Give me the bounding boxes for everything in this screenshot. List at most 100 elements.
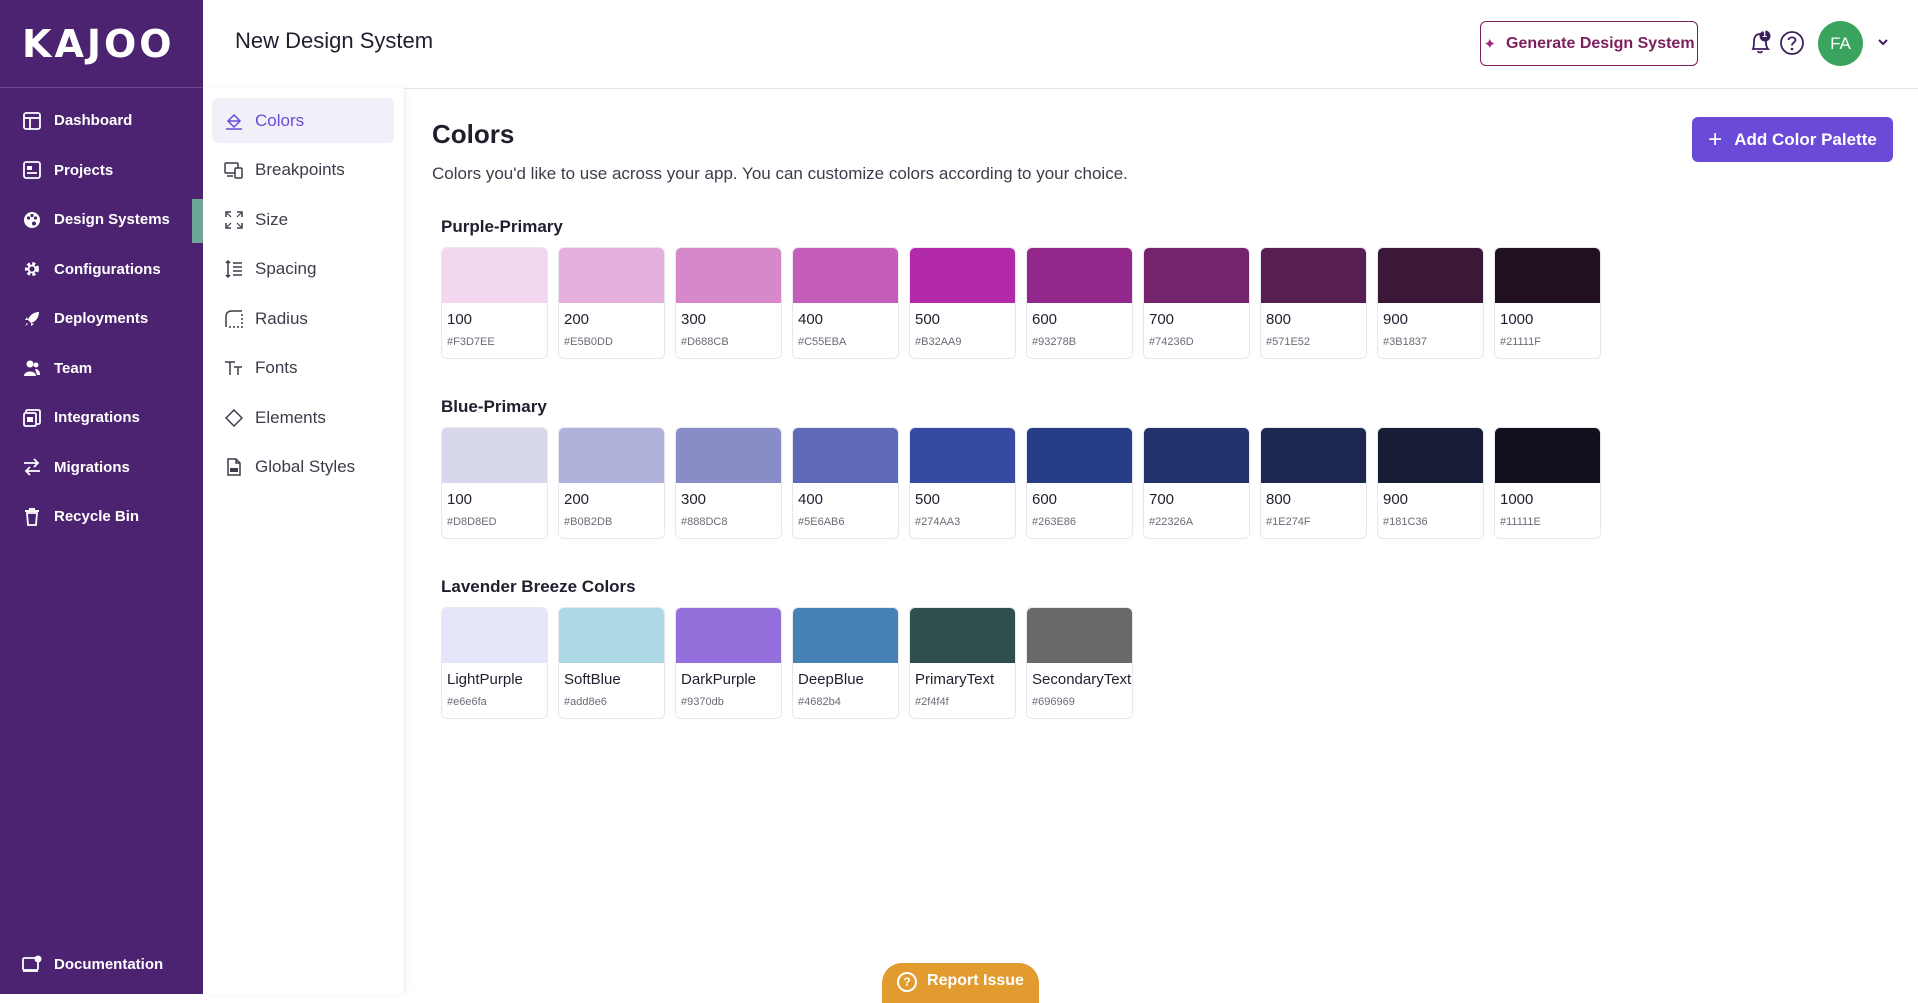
swatch-color-block bbox=[676, 608, 781, 663]
swatch-label: 500 bbox=[915, 491, 941, 508]
swatch-label: PrimaryText bbox=[915, 671, 995, 688]
notification-bell-icon[interactable]: 1 bbox=[1748, 29, 1774, 59]
dashboard-icon bbox=[22, 111, 42, 131]
color-swatch[interactable]: 900 #181C36 bbox=[1377, 427, 1484, 539]
line-spacing-icon bbox=[224, 259, 244, 279]
swatch-hex: #11111E bbox=[1500, 516, 1541, 528]
subnav-label: Breakpoints bbox=[255, 160, 345, 179]
generate-label: Generate Design System bbox=[1506, 34, 1695, 52]
swatch-color-block bbox=[1027, 248, 1132, 303]
sidebar-item-configurations[interactable]: Configurations bbox=[0, 245, 203, 295]
color-swatch[interactable]: 600 #263E86 bbox=[1026, 427, 1133, 539]
color-swatch[interactable]: SoftBlue #add8e6 bbox=[558, 607, 665, 719]
css-file-icon bbox=[224, 457, 244, 477]
subnav-item-radius[interactable]: Radius bbox=[212, 296, 394, 341]
swatch-color-block bbox=[676, 248, 781, 303]
sidebar-item-label: Configurations bbox=[54, 260, 161, 278]
swatch-hex: #add8e6 bbox=[564, 696, 607, 708]
subnav-label: Colors bbox=[255, 110, 305, 130]
plus-icon: + bbox=[1708, 125, 1723, 153]
subnav-item-fonts[interactable]: Fonts bbox=[212, 346, 394, 391]
color-swatch[interactable]: 300 #888DC8 bbox=[675, 427, 782, 539]
color-swatch[interactable]: SecondaryText #696969 bbox=[1026, 607, 1133, 719]
logo[interactable]: KAJOO bbox=[0, 0, 203, 88]
arrows-icon bbox=[22, 457, 42, 477]
color-swatch[interactable]: 900 #3B1837 bbox=[1377, 247, 1484, 359]
sidebar-item-recycle-bin[interactable]: Recycle Bin bbox=[0, 492, 203, 542]
swatch-hex: #1E274F bbox=[1266, 516, 1311, 528]
color-swatch[interactable]: 200 #E5B0DD bbox=[558, 247, 665, 359]
swatch-label: 100 bbox=[447, 311, 473, 328]
sidebar-item-dashboard[interactable]: Dashboard bbox=[0, 96, 203, 146]
color-swatch[interactable]: 400 #5E6AB6 bbox=[792, 427, 899, 539]
color-swatch[interactable]: 700 #22326A bbox=[1143, 427, 1250, 539]
subnav-item-global-styles[interactable]: Global Styles bbox=[212, 445, 394, 490]
swatch-label: 1000 bbox=[1500, 491, 1534, 508]
help-icon[interactable] bbox=[1779, 30, 1805, 56]
color-swatch[interactable]: 100 #D8D8ED bbox=[441, 427, 548, 539]
swatch-label: DeepBlue bbox=[798, 671, 864, 688]
trash-icon bbox=[22, 507, 42, 527]
swatch-label: 900 bbox=[1383, 311, 1409, 328]
generate-design-system-button[interactable]: ✦ Generate Design System bbox=[1480, 21, 1698, 66]
swatch-color-block bbox=[910, 608, 1015, 663]
color-swatch[interactable]: DarkPurple #9370db bbox=[675, 607, 782, 719]
sidebar-item-design-systems[interactable]: Design Systems bbox=[0, 195, 203, 245]
color-swatch[interactable]: 800 #571E52 bbox=[1260, 247, 1367, 359]
subnav-item-size[interactable]: Size bbox=[212, 197, 394, 242]
sidebar: KAJOO Dashboard Projects Design Systems … bbox=[0, 0, 203, 994]
swatch-hex: #263E86 bbox=[1032, 516, 1077, 528]
subnav-item-spacing[interactable]: Spacing bbox=[212, 247, 394, 292]
report-issue-button[interactable]: ? Report Issue bbox=[882, 963, 1039, 1003]
sidebar-item-projects[interactable]: Projects bbox=[0, 146, 203, 196]
swatch-color-block bbox=[910, 248, 1015, 303]
swatch-hex: #888DC8 bbox=[681, 516, 728, 528]
color-swatch[interactable]: 700 #74236D bbox=[1143, 247, 1250, 359]
color-swatch[interactable]: LightPurple #e6e6fa bbox=[441, 607, 548, 719]
swatch-color-block bbox=[1261, 428, 1366, 483]
color-swatch[interactable]: 500 #B32AA9 bbox=[909, 247, 1016, 359]
text-icon bbox=[224, 358, 244, 378]
swatch-hex: #74236D bbox=[1149, 336, 1194, 348]
color-swatch[interactable]: 200 #B0B2DB bbox=[558, 427, 665, 539]
swatch-hex: #181C36 bbox=[1383, 516, 1428, 528]
subnav-item-colors[interactable]: Colors bbox=[212, 98, 394, 143]
color-swatch[interactable]: PrimaryText #2f4f4f bbox=[909, 607, 1016, 719]
color-swatch[interactable]: 400 #C55EBA bbox=[792, 247, 899, 359]
swatch-color-block bbox=[559, 248, 664, 303]
add-color-palette-button[interactable]: + Add Color Palette bbox=[1692, 117, 1893, 162]
subnav-item-elements[interactable]: Elements bbox=[212, 395, 394, 440]
color-swatch[interactable]: 1000 #21111F bbox=[1494, 247, 1601, 359]
palette-name: Blue-Primary bbox=[441, 397, 547, 416]
paint-bucket-icon bbox=[224, 111, 244, 131]
swatch-label: SoftBlue bbox=[564, 671, 621, 688]
color-swatch[interactable]: 500 #274AA3 bbox=[909, 427, 1016, 539]
main-content: Colors Colors you'd like to use across y… bbox=[406, 89, 1918, 994]
swatch-color-block bbox=[676, 428, 781, 483]
color-swatch[interactable]: DeepBlue #4682b4 bbox=[792, 607, 899, 719]
swatch-label: 400 bbox=[798, 491, 824, 508]
sidebar-item-integrations[interactable]: Integrations bbox=[0, 393, 203, 443]
sidebar-item-deployments[interactable]: Deployments bbox=[0, 294, 203, 344]
color-swatch[interactable]: 800 #1E274F bbox=[1260, 427, 1367, 539]
chevron-down-icon[interactable] bbox=[1875, 34, 1891, 50]
sidebar-item-team[interactable]: Team bbox=[0, 344, 203, 394]
swatch-hex: #E5B0DD bbox=[564, 336, 613, 348]
swatch-label: LightPurple bbox=[447, 671, 523, 688]
palette-purple-primary: Purple-Primary 100 #F3D7EE 200 #E5B0DD 300 #D… bbox=[441, 217, 1601, 359]
swatch-hex: #571E52 bbox=[1266, 336, 1311, 348]
swatch-label: 300 bbox=[681, 491, 707, 508]
color-swatch[interactable]: 1000 #11111E bbox=[1494, 427, 1601, 539]
subnav-item-breakpoints[interactable]: Breakpoints bbox=[212, 148, 394, 193]
color-swatch[interactable]: 300 #D688CB bbox=[675, 247, 782, 359]
sidebar-item-migrations[interactable]: Migrations bbox=[0, 443, 203, 493]
swatch-hex: #696969 bbox=[1032, 696, 1075, 708]
sidebar-nav: Dashboard Projects Design Systems Config… bbox=[0, 88, 203, 542]
avatar[interactable]: FA bbox=[1818, 21, 1863, 66]
swatch-color-block bbox=[1027, 608, 1132, 663]
color-swatch[interactable]: 600 #93278B bbox=[1026, 247, 1133, 359]
sidebar-item-documentation[interactable]: Documentation bbox=[0, 934, 203, 994]
sidebar-item-label: Recycle Bin bbox=[54, 508, 140, 526]
page-title: New Design System bbox=[235, 28, 434, 53]
color-swatch[interactable]: 100 #F3D7EE bbox=[441, 247, 548, 359]
